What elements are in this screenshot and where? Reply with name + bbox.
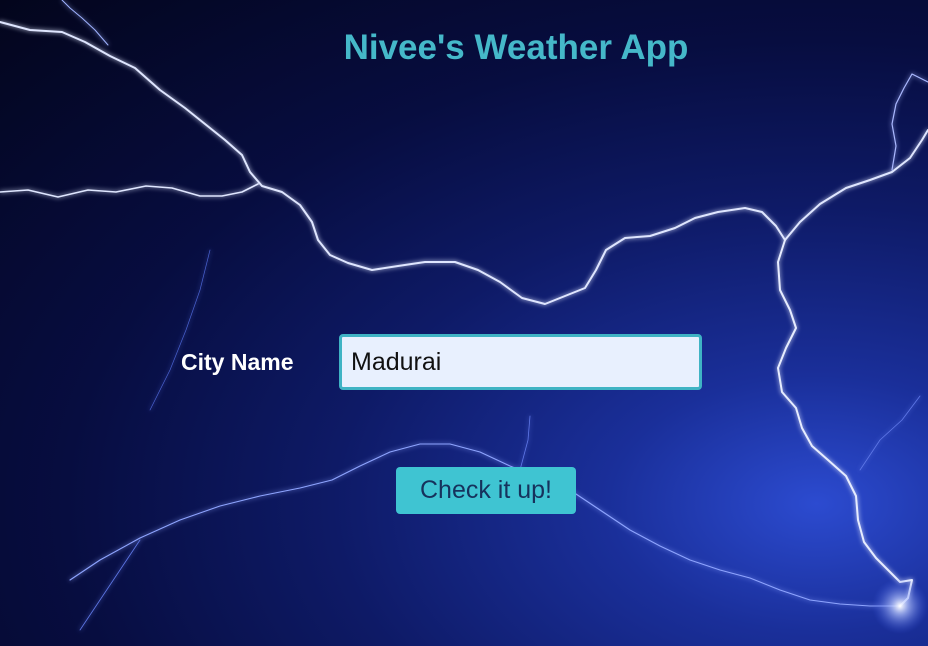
city-input[interactable] [339, 334, 702, 390]
check-it-up-button[interactable]: Check it up! [396, 467, 576, 514]
lightning-background-image [0, 0, 928, 634]
page-title: Nivee's Weather App [343, 28, 689, 67]
city-name-label: City Name [181, 349, 294, 375]
